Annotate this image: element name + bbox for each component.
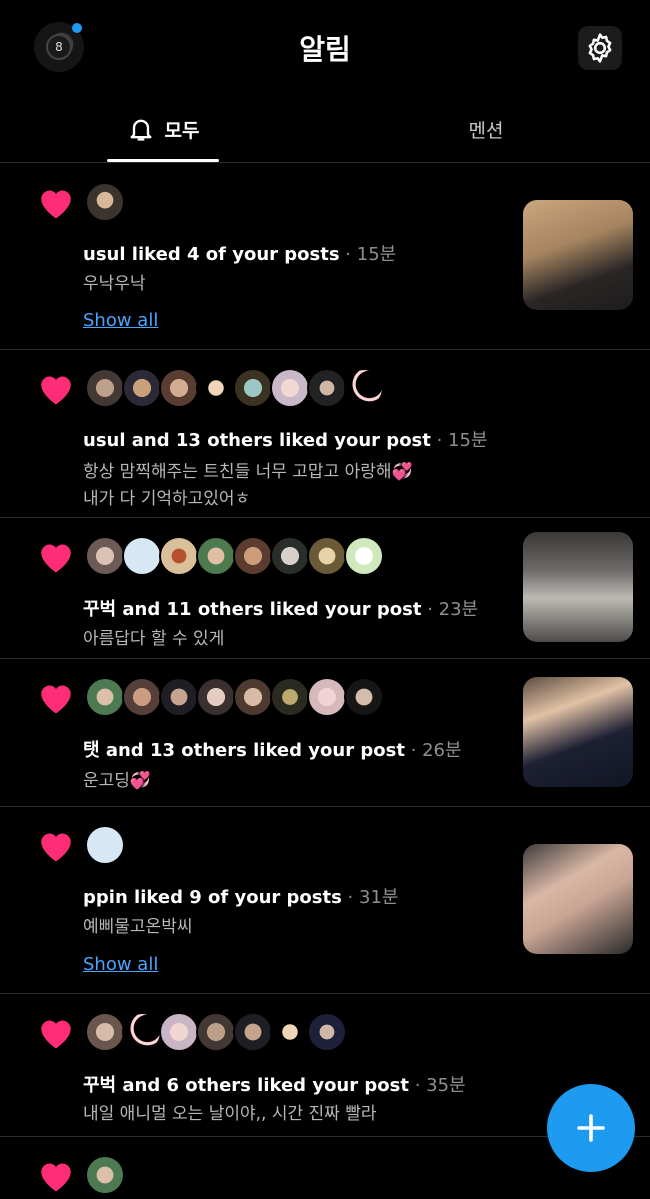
avatar[interactable] [85, 1012, 125, 1052]
settings-button[interactable] [578, 26, 622, 70]
header: 8 알림 [0, 0, 650, 95]
avatar[interactable] [233, 368, 273, 408]
avatar[interactable] [85, 1155, 125, 1195]
post-preview: 우낙우낙 [83, 274, 146, 294]
avatar[interactable] [270, 1012, 310, 1052]
notification-text: 탯 and 13 others liked your post · 26분 [83, 740, 462, 761]
heart-icon [41, 376, 71, 405]
post-thumbnail[interactable] [523, 532, 633, 642]
notification-item[interactable]: 꾸벅 and 11 others liked your post · 23분 아… [0, 518, 650, 659]
avatar[interactable] [344, 677, 384, 717]
avatar[interactable] [233, 536, 273, 576]
heart-icon [41, 1163, 71, 1192]
heart-icon [41, 544, 71, 573]
heart-icon [41, 685, 71, 714]
post-preview: 아름답다 할 수 있게 [83, 629, 225, 649]
gear-icon [588, 33, 612, 63]
avatar[interactable] [233, 1012, 273, 1052]
tab-mentions-label: 멘션 [468, 119, 504, 142]
show-all-link[interactable]: Show all [83, 310, 158, 331]
notification-text: usul liked 4 of your posts · 15분 [83, 244, 397, 265]
avatar[interactable] [159, 368, 199, 408]
avatar[interactable] [307, 368, 347, 408]
heart-icon [41, 1020, 71, 1049]
avatar[interactable] [233, 677, 273, 717]
compose-button[interactable] [547, 1084, 635, 1172]
avatar[interactable] [270, 368, 310, 408]
avatar[interactable] [85, 368, 125, 408]
heart-icon [41, 833, 71, 862]
avatar[interactable] [270, 536, 310, 576]
avatar[interactable] [122, 677, 162, 717]
avatar[interactable] [85, 825, 125, 865]
notification-item[interactable]: usul and 13 others liked your post · 15분… [0, 350, 650, 518]
avatar[interactable] [159, 536, 199, 576]
post-preview: 예삐물고온박씨 [83, 917, 193, 937]
notification-item[interactable]: ppin liked 9 of your posts · 31분 예삐물고온박씨… [0, 807, 650, 994]
active-tab-indicator [107, 159, 219, 162]
avatar[interactable] [85, 536, 125, 576]
avatar[interactable] [122, 536, 162, 576]
bell-icon [127, 115, 155, 143]
plus-icon [577, 1114, 605, 1142]
heart-icon [41, 190, 71, 219]
tab-all[interactable]: 모두 [107, 95, 219, 163]
tab-bar: 모두 멘션 [0, 95, 650, 163]
avatar[interactable] [307, 677, 347, 717]
avatar[interactable] [122, 1012, 162, 1052]
notification-text: usul and 13 others liked your post · 15분 [83, 430, 488, 451]
notification-text: 꾸벅 and 6 others liked your post · 35분 [83, 1075, 466, 1096]
post-thumbnail[interactable] [523, 844, 633, 954]
avatar[interactable] [344, 368, 384, 408]
notification-text: ppin liked 9 of your posts · 31분 [83, 887, 399, 908]
tab-all-label: 모두 [164, 119, 200, 142]
avatar[interactable] [85, 182, 125, 222]
tab-mentions[interactable]: 멘션 [430, 95, 542, 163]
notification-item[interactable]: usul liked 4 of your posts · 15분 우낙우낙 Sh… [0, 164, 650, 350]
page-title: 알림 [299, 33, 351, 66]
post-preview: 운고딩💞 [83, 771, 152, 791]
avatar[interactable] [122, 368, 162, 408]
avatar[interactable] [196, 536, 236, 576]
post-preview-line2: 내가 다 기억하고있어ㅎ [83, 489, 251, 509]
avatar[interactable] [270, 677, 310, 717]
avatar[interactable] [196, 368, 236, 408]
post-preview: 항상 맘찍해주는 트친들 너무 고맙고 아랑해💞 [83, 462, 413, 482]
notification-item[interactable]: 탯 and 13 others liked your post · 26분 운고… [0, 659, 650, 807]
avatar[interactable] [307, 536, 347, 576]
avatar[interactable] [307, 1012, 347, 1052]
post-preview: 내일 애니멀 오는 날이야,, 시간 진짜 빨라 [83, 1104, 377, 1124]
avatar[interactable] [159, 677, 199, 717]
post-thumbnail[interactable] [523, 200, 633, 310]
avatar[interactable] [344, 536, 384, 576]
post-thumbnail[interactable] [523, 677, 633, 787]
show-all-link[interactable]: Show all [83, 954, 158, 975]
avatar[interactable] [159, 1012, 199, 1052]
avatar[interactable] [85, 677, 125, 717]
notification-text: 꾸벅 and 11 others liked your post · 23분 [83, 599, 479, 620]
avatar[interactable] [196, 677, 236, 717]
avatar[interactable] [196, 1012, 236, 1052]
